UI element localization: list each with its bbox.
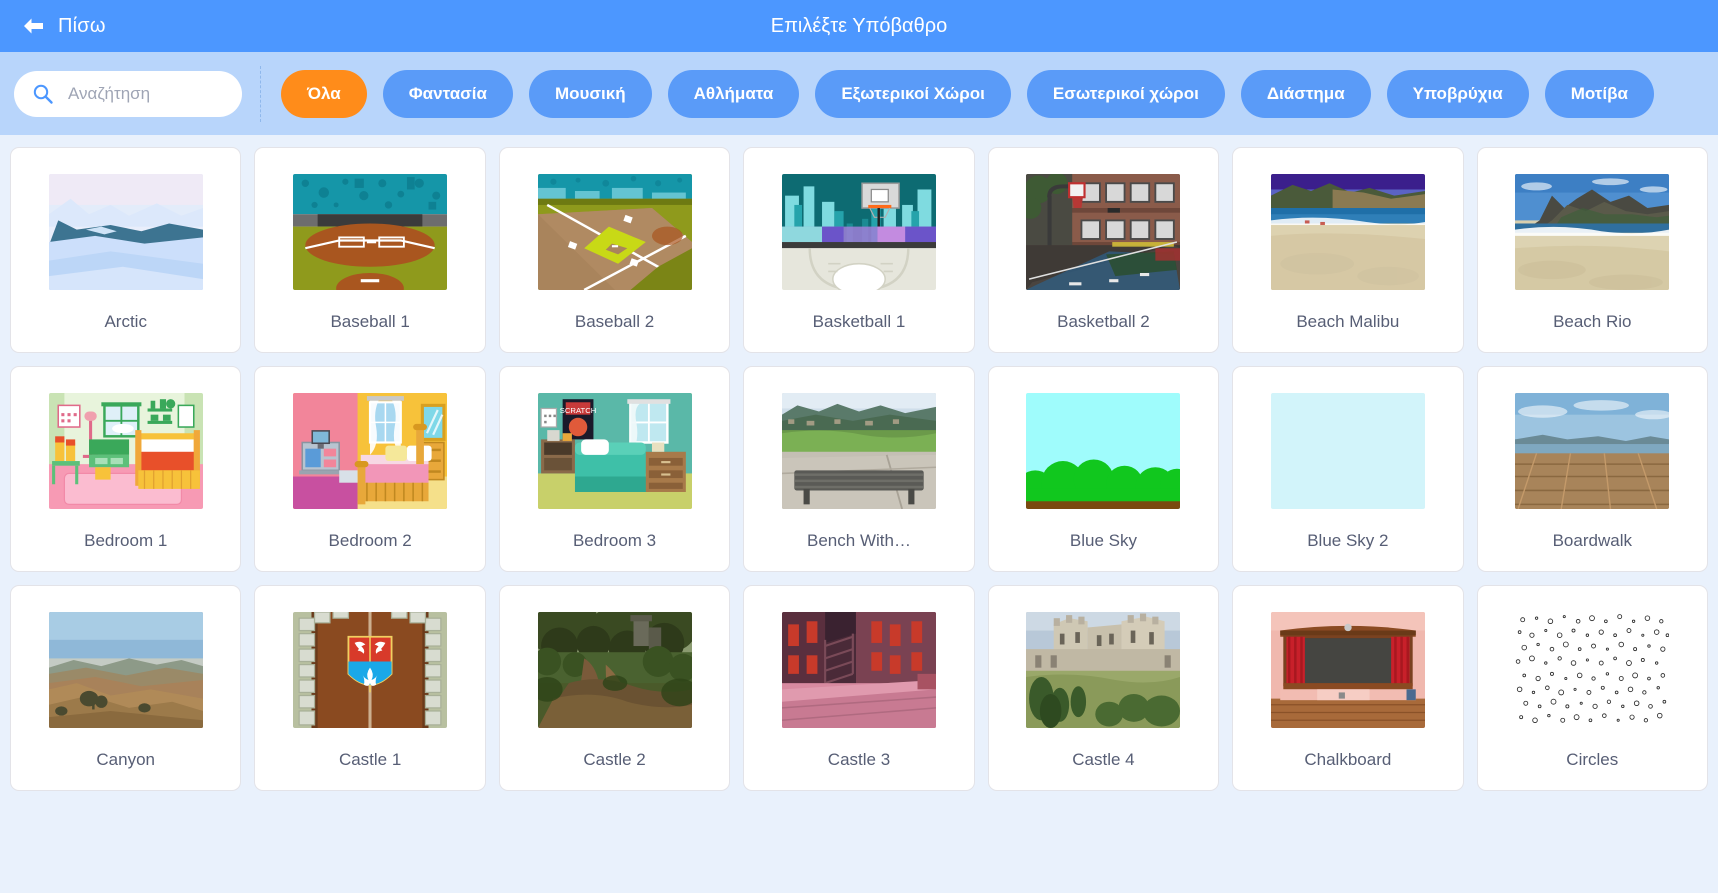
backdrop-card[interactable]: Baseball 1 bbox=[254, 147, 486, 353]
backdrop-label: Baseball 2 bbox=[574, 312, 655, 331]
backdrop-label: Basketball 1 bbox=[812, 312, 906, 331]
tag-list: Όλα Φαντασία Μουσική Αθλήματα Εξωτερικοί Χώρ… bbox=[281, 69, 1704, 118]
backdrop-card[interactable]: Bedroom 1 bbox=[10, 366, 242, 572]
backdrop-label: Castle 4 bbox=[1072, 750, 1135, 769]
backdrop-card[interactable]: Beach Rio bbox=[1476, 147, 1708, 353]
library-scroll-area[interactable]: Arctic Baseball 1 Baseball 2 Basketball … bbox=[0, 135, 1718, 893]
backdrop-thumbnail bbox=[1515, 174, 1670, 290]
backdrop-thumbnail bbox=[293, 612, 448, 728]
backdrop-label: Arctic bbox=[104, 312, 147, 331]
dialog-header: Πίσω Επιλέξτε Υπόβαθρο bbox=[0, 0, 1718, 52]
backdrop-label: Bedroom 2 bbox=[328, 531, 412, 550]
tag-label: Μουσική bbox=[554, 83, 626, 103]
search-box[interactable] bbox=[14, 70, 242, 117]
backdrop-thumbnail bbox=[1270, 174, 1425, 290]
back-label: Πίσω bbox=[58, 14, 106, 37]
backdrop-card[interactable]: Bedroom 2 bbox=[254, 366, 486, 572]
backdrop-label: Circles bbox=[1566, 750, 1619, 769]
backdrop-thumbnail bbox=[781, 612, 936, 728]
backdrop-label: Beach Malibu bbox=[1296, 312, 1400, 331]
backdrop-label: Baseball 1 bbox=[330, 312, 410, 331]
backdrop-card[interactable]: Castle 2 bbox=[498, 585, 731, 791]
tag-6[interactable]: Διάστημα bbox=[1240, 69, 1371, 118]
backdrop-label: Castle 1 bbox=[338, 750, 402, 769]
tag-label: Αθλήματα bbox=[693, 83, 774, 103]
backdrop-thumbnail bbox=[1026, 612, 1181, 728]
backdrop-card[interactable]: Chalkboard bbox=[1232, 585, 1464, 791]
tag-label: Μοτίβα bbox=[1570, 83, 1628, 103]
backdrop-card[interactable]: Beach Malibu bbox=[1232, 147, 1464, 353]
filter-bar: Όλα Φαντασία Μουσική Αθλήματα Εξωτερικοί Χώρ… bbox=[0, 52, 1718, 135]
tag-label: Διάστημα bbox=[1266, 83, 1345, 103]
backdrop-card[interactable]: Bench With… bbox=[743, 366, 975, 572]
backdrop-card[interactable]: Arctic bbox=[10, 147, 242, 353]
tag-3[interactable]: Αθλήματα bbox=[667, 69, 800, 118]
tag-label: Όλα bbox=[307, 83, 341, 103]
backdrop-label: Beach Rio bbox=[1553, 312, 1632, 331]
backdrop-thumbnail bbox=[293, 393, 448, 509]
backdrop-thumbnail bbox=[48, 393, 203, 509]
tag-1[interactable]: Φαντασία bbox=[382, 69, 513, 118]
backdrop-thumbnail bbox=[781, 174, 936, 290]
tag-label: Φαντασία bbox=[408, 83, 487, 103]
backdrop-label: Castle 3 bbox=[827, 750, 891, 769]
backdrop-card[interactable]: Basketball 2 bbox=[987, 147, 1220, 353]
backdrop-card[interactable]: Castle 3 bbox=[743, 585, 975, 791]
backdrop-thumbnail bbox=[48, 174, 203, 290]
tag-7[interactable]: Υποβρύχια bbox=[1386, 69, 1529, 118]
backdrop-label: Chalkboard bbox=[1304, 750, 1392, 769]
tag-label: Εξωτερικοί Χώροι bbox=[841, 83, 985, 103]
tag-4[interactable]: Εξωτερικοί Χώροι bbox=[815, 69, 1011, 118]
backdrop-thumbnail bbox=[1026, 174, 1181, 290]
backdrop-thumbnail bbox=[781, 393, 936, 509]
backdrop-thumbnail bbox=[293, 174, 448, 290]
backdrop-thumbnail: SCRATCH bbox=[537, 393, 692, 509]
backdrop-label: Canyon bbox=[96, 750, 156, 769]
backdrop-label: Blue Sky bbox=[1069, 531, 1137, 550]
backdrop-card[interactable]: Blue Sky 2 bbox=[1232, 366, 1464, 572]
tag-2[interactable]: Μουσική bbox=[528, 69, 652, 118]
backdrop-label: Bench With… bbox=[807, 531, 911, 550]
backdrop-card[interactable]: Circles bbox=[1476, 585, 1708, 791]
backdrop-thumbnail bbox=[1270, 393, 1425, 509]
tag-5[interactable]: Εσωτερικοί χώροι bbox=[1026, 69, 1225, 118]
backdrop-card[interactable]: Baseball 2 bbox=[498, 147, 731, 353]
backdrop-card[interactable]: Canyon bbox=[10, 585, 242, 791]
backdrop-card[interactable]: Basketball 1 bbox=[743, 147, 975, 353]
tag-label: Εσωτερικοί χώροι bbox=[1052, 83, 1199, 103]
backdrop-thumbnail bbox=[1515, 612, 1670, 728]
backdrop-card[interactable]: SCRATCH Bedroom 3 bbox=[498, 366, 731, 572]
backdrop-label: Basketball 2 bbox=[1057, 312, 1150, 331]
backdrop-card[interactable]: Castle 1 bbox=[254, 585, 486, 791]
search-input[interactable] bbox=[68, 83, 224, 104]
back-button[interactable]: Πίσω bbox=[0, 0, 128, 52]
dialog-title: Επιλέξτε Υπόβαθρο bbox=[770, 14, 948, 37]
tag-8[interactable]: Μοτίβα bbox=[1544, 69, 1654, 118]
backdrop-label: Blue Sky 2 bbox=[1307, 531, 1389, 550]
filter-divider bbox=[260, 65, 261, 122]
backdrop-thumbnail bbox=[537, 612, 692, 728]
backdrop-grid: Arctic Baseball 1 Baseball 2 Basketball … bbox=[10, 147, 1708, 791]
backdrop-card[interactable]: Boardwalk bbox=[1476, 366, 1708, 572]
backdrop-card[interactable]: Castle 4 bbox=[987, 585, 1220, 791]
backdrop-thumbnail bbox=[48, 612, 203, 728]
backdrop-thumbnail bbox=[1270, 612, 1425, 728]
search-icon bbox=[32, 83, 54, 105]
backdrop-thumbnail bbox=[537, 174, 692, 290]
backdrop-label: Castle 2 bbox=[583, 750, 646, 769]
svg-text:SCRATCH: SCRATCH bbox=[559, 406, 596, 415]
backdrop-thumbnail bbox=[1515, 393, 1670, 509]
backdrop-card[interactable]: Blue Sky bbox=[987, 366, 1220, 572]
backdrop-label: Boardwalk bbox=[1552, 531, 1632, 550]
tag-0[interactable]: Όλα bbox=[281, 69, 367, 118]
backdrop-label: Bedroom 3 bbox=[572, 531, 657, 550]
backdrop-label: Bedroom 1 bbox=[84, 531, 168, 550]
tag-label: Υποβρύχια bbox=[1412, 83, 1503, 103]
backdrop-thumbnail bbox=[1026, 393, 1181, 509]
arrow-left-icon bbox=[22, 16, 46, 36]
